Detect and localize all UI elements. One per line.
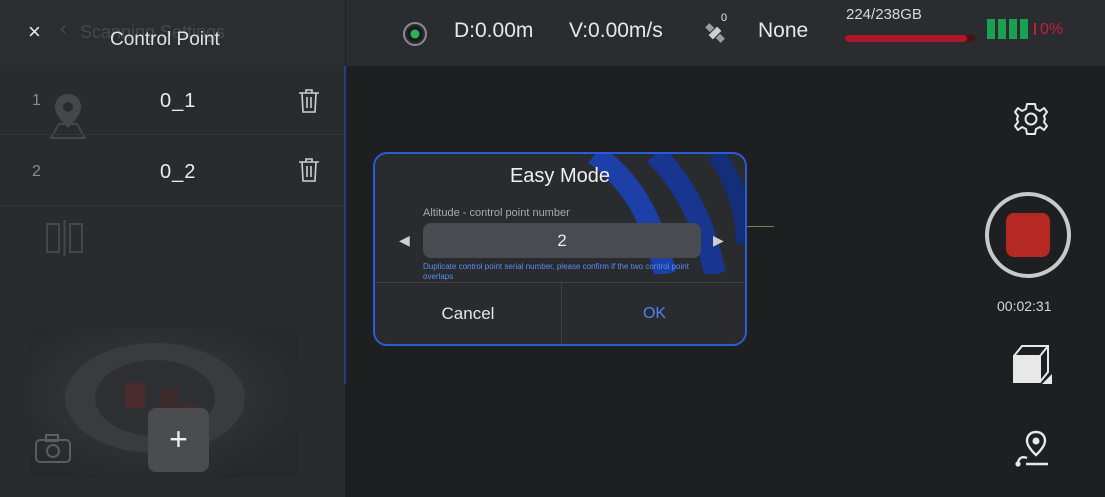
easy-mode-dialog: Easy Mode Altitude - control point numbe… xyxy=(373,152,747,346)
gps-icon xyxy=(403,22,427,46)
row-number: 1 xyxy=(32,92,41,109)
record-stop-button[interactable] xyxy=(985,192,1071,278)
velocity-readout: V:0.00m/s xyxy=(569,19,663,42)
battery-percent: 0% xyxy=(1040,21,1064,38)
battery-segment xyxy=(1020,19,1028,39)
back-chevron-icon: ‹ xyxy=(60,18,67,40)
battery-segment xyxy=(998,19,1006,39)
battery-segment xyxy=(1009,19,1017,39)
storage-readout: 224/238GB xyxy=(846,6,922,23)
trash-icon[interactable] xyxy=(298,157,320,183)
ok-button[interactable]: OK xyxy=(562,282,745,344)
battery-bars xyxy=(987,19,1031,39)
camera-icon xyxy=(35,434,71,463)
panel-title: Control Point xyxy=(110,29,220,50)
arrow-left-icon[interactable]: ◀ xyxy=(399,232,410,249)
row-separator xyxy=(0,134,345,135)
rtk-status: None xyxy=(758,19,809,42)
battery-segment xyxy=(987,19,995,39)
storage-bar-fill xyxy=(845,35,968,42)
recording-time: 00:02:31 xyxy=(997,298,1052,314)
cancel-button[interactable]: Cancel xyxy=(375,282,561,344)
distance-readout: D:0.00m xyxy=(454,19,534,42)
row-separator xyxy=(0,205,345,206)
duplicate-warning: Duplicate control point serial number, p… xyxy=(423,262,689,281)
row-number: 2 xyxy=(32,163,41,180)
control-point-name[interactable]: 0_1 xyxy=(160,90,196,113)
settings-gear-icon[interactable] xyxy=(1013,101,1049,137)
preview-line xyxy=(746,226,774,227)
add-control-point-button[interactable]: + xyxy=(148,408,209,472)
close-icon[interactable]: × xyxy=(28,20,48,44)
record-stop-icon xyxy=(1006,213,1050,257)
satellite-count: 0 xyxy=(721,12,728,24)
control-point-name[interactable]: 0_2 xyxy=(160,161,196,184)
route-pin-icon[interactable] xyxy=(1012,430,1056,470)
control-point-number-field[interactable]: 2 xyxy=(423,223,701,258)
arrow-right-icon[interactable]: ▶ xyxy=(713,232,724,249)
dialog-title: Easy Mode xyxy=(509,165,611,187)
panel-divider xyxy=(344,66,346,384)
storage-bar xyxy=(845,35,975,42)
trash-icon[interactable] xyxy=(298,88,320,114)
cube-icon[interactable] xyxy=(1008,342,1054,388)
field-label: Altitude - control point number xyxy=(423,207,570,219)
split-icon xyxy=(46,220,83,256)
battery-tick xyxy=(1034,23,1036,35)
